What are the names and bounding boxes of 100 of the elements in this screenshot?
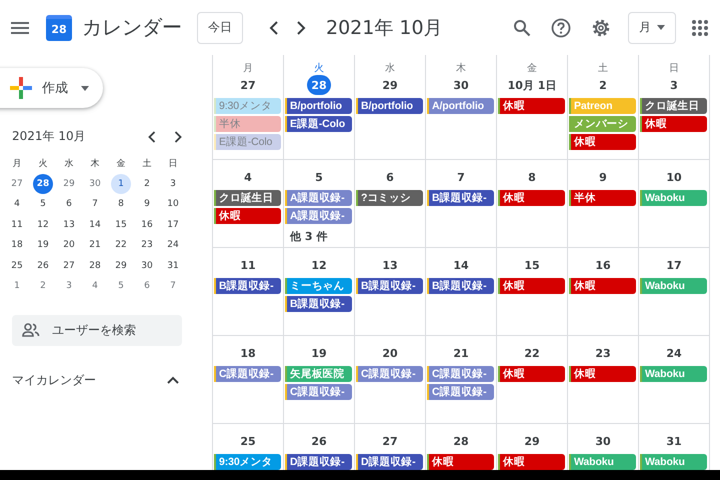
date-number[interactable]: 13 — [378, 255, 402, 275]
event-chip[interactable]: 休暇 — [500, 454, 565, 470]
mini-calendar-day[interactable]: 14 — [85, 214, 105, 234]
mini-calendar-day[interactable]: 26 — [33, 256, 53, 276]
mini-calendar-day[interactable]: 2 — [33, 276, 53, 296]
next-icon[interactable] — [174, 130, 182, 142]
date-number[interactable]: 10月 1日 — [506, 75, 558, 95]
mini-calendar-day[interactable]: 6 — [137, 276, 157, 296]
collapse-icon[interactable] — [167, 376, 179, 384]
mini-calendar-day[interactable]: 25 — [7, 256, 27, 276]
mini-calendar-day[interactable]: 30 — [137, 256, 157, 276]
help-icon[interactable] — [551, 18, 571, 38]
mini-calendar-day[interactable]: 27 — [7, 174, 27, 194]
event-chip[interactable]: 休暇 — [500, 98, 565, 114]
event-chip[interactable]: B課題収録- — [287, 296, 352, 312]
date-number[interactable]: 5 — [307, 167, 331, 187]
date-number[interactable]: 27 — [378, 431, 402, 451]
mini-calendar-day[interactable]: 30 — [85, 174, 105, 194]
create-button[interactable]: 作成 — [0, 68, 103, 108]
date-number[interactable]: 24 — [662, 343, 686, 363]
event-chip[interactable]: クロ誕生日 — [642, 98, 707, 114]
mini-calendar-day[interactable]: 22 — [111, 235, 131, 255]
date-number[interactable]: 4 — [236, 167, 260, 187]
mini-calendar-day[interactable]: 11 — [7, 214, 27, 234]
mini-calendar-day[interactable]: 1 — [7, 276, 27, 296]
apps-icon[interactable] — [692, 20, 708, 36]
date-number[interactable]: 10 — [662, 167, 686, 187]
event-chip[interactable]: クロ誕生日 — [216, 190, 281, 206]
mini-calendar-day[interactable]: 10 — [163, 194, 183, 214]
date-number[interactable]: 30 — [449, 75, 473, 95]
people-search-field[interactable]: ユーザーを検索 — [12, 314, 182, 346]
mini-calendar-day[interactable]: 28 — [33, 174, 53, 194]
event-chip[interactable]: 休暇 — [429, 454, 494, 470]
date-number[interactable]: 6 — [378, 167, 402, 187]
mini-calendar-day[interactable]: 4 — [7, 194, 27, 214]
mini-calendar-day[interactable]: 5 — [33, 194, 53, 214]
mini-calendar-day[interactable]: 16 — [137, 214, 157, 234]
date-number[interactable]: 29 — [378, 75, 402, 95]
date-number[interactable]: 15 — [520, 255, 544, 275]
date-number[interactable]: 8 — [520, 167, 544, 187]
more-events-link[interactable]: 他 3 件 — [290, 229, 328, 244]
event-chip[interactable]: B課題収録- — [429, 190, 494, 206]
today-button[interactable]: 今日 — [197, 12, 243, 44]
date-number[interactable]: 3 — [662, 75, 686, 95]
mini-calendar-day[interactable]: 5 — [111, 276, 131, 296]
mini-calendar-day[interactable]: 29 — [111, 256, 131, 276]
event-chip[interactable]: B/portfolio — [358, 98, 423, 114]
date-number[interactable]: 23 — [591, 343, 615, 363]
date-number[interactable]: 22 — [520, 343, 544, 363]
mini-calendar-day[interactable]: 18 — [7, 235, 27, 255]
next-icon[interactable] — [296, 20, 306, 34]
event-chip[interactable]: 休暇 — [571, 278, 636, 294]
date-number[interactable]: 19 — [307, 343, 331, 363]
date-number[interactable]: 11 — [236, 255, 260, 275]
date-number[interactable]: 28 — [307, 75, 331, 95]
event-chip[interactable]: B課題収録- — [429, 278, 494, 294]
mini-calendar-day[interactable]: 17 — [163, 214, 183, 234]
search-icon[interactable] — [513, 18, 531, 36]
mini-calendar-day[interactable]: 15 — [111, 214, 131, 234]
mini-calendar-day[interactable]: 27 — [59, 256, 79, 276]
event-chip[interactable]: B/portfolio — [287, 98, 352, 114]
mini-calendar-day[interactable]: 13 — [59, 214, 79, 234]
event-chip[interactable]: D課題収録- — [287, 454, 352, 470]
event-chip[interactable]: 休暇 — [216, 208, 281, 224]
event-chip[interactable]: B課題収録- — [358, 278, 423, 294]
mini-calendar-day[interactable]: 20 — [59, 235, 79, 255]
mini-calendar-day[interactable]: 4 — [85, 276, 105, 296]
date-number[interactable]: 31 — [662, 431, 686, 451]
date-number[interactable]: 17 — [662, 255, 686, 275]
date-number[interactable]: 14 — [449, 255, 473, 275]
mini-calendar-day[interactable]: 23 — [137, 235, 157, 255]
mini-calendar-day[interactable]: 19 — [33, 235, 53, 255]
view-dropdown[interactable]: 月 — [628, 12, 676, 44]
event-chip[interactable]: 休暇 — [642, 116, 707, 132]
date-number[interactable]: 18 — [236, 343, 260, 363]
mini-calendar-day[interactable]: 12 — [33, 214, 53, 234]
menu-icon[interactable] — [11, 22, 29, 34]
date-number[interactable]: 16 — [591, 255, 615, 275]
mini-calendar-day[interactable]: 24 — [163, 235, 183, 255]
date-number[interactable]: 26 — [307, 431, 331, 451]
event-chip[interactable]: ?コミッシ — [358, 190, 423, 206]
date-number[interactable]: 30 — [591, 431, 615, 451]
mini-calendar-day[interactable]: 3 — [59, 276, 79, 296]
event-chip[interactable]: B課題収録- — [216, 278, 281, 294]
date-number[interactable]: 7 — [449, 167, 473, 187]
mini-calendar-day[interactable]: 1 — [111, 174, 131, 194]
date-number[interactable]: 29 — [520, 431, 544, 451]
event-chip[interactable]: D課題収録- — [358, 454, 423, 470]
date-number[interactable]: 25 — [236, 431, 260, 451]
event-chip[interactable]: E課題-Colo — [287, 116, 352, 132]
mini-calendar-day[interactable]: 31 — [163, 256, 183, 276]
mini-calendar-day[interactable]: 3 — [163, 174, 183, 194]
mini-calendar-day[interactable]: 8 — [111, 194, 131, 214]
mini-calendar-day[interactable]: 21 — [85, 235, 105, 255]
mini-calendar-day[interactable]: 28 — [85, 256, 105, 276]
date-number[interactable]: 12 — [307, 255, 331, 275]
date-number[interactable]: 27 — [236, 75, 260, 95]
event-chip[interactable]: 休暇 — [500, 366, 565, 382]
mini-calendar-day[interactable]: 6 — [59, 194, 79, 214]
event-chip[interactable]: 休暇 — [571, 134, 636, 150]
